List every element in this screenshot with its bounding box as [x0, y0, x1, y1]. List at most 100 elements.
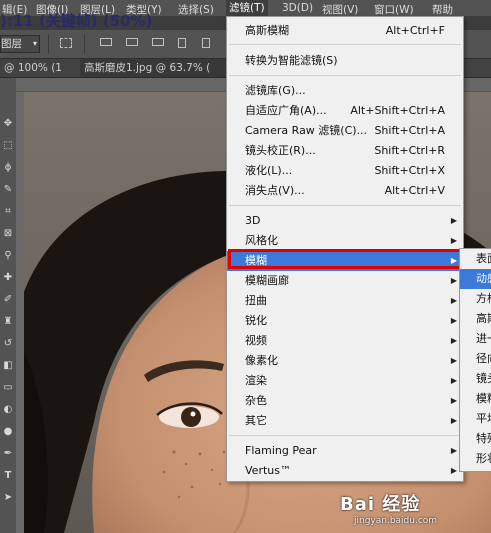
auto-select-label: 图层: [1, 38, 22, 50]
submenu-arrow-icon: ▶: [450, 296, 457, 305]
menu-3d[interactable]: 3D(D): [282, 2, 313, 14]
frame-tool-icon[interactable]: ⊠: [2, 228, 14, 240]
menu-item-flaming-pear[interactable]: Flaming Pear ▶: [227, 441, 463, 461]
menu-item-sharpen[interactable]: 锐化 ▶: [227, 311, 463, 331]
menu-item-other[interactable]: 其它 ▶: [227, 411, 463, 431]
menu-divider: [229, 75, 461, 76]
move-tool-icon[interactable]: ✥: [2, 118, 14, 130]
menu-divider: [229, 205, 461, 206]
menu-item-blur-gallery[interactable]: 模糊画廊 ▶: [227, 271, 463, 291]
menu-help[interactable]: 帮助: [432, 2, 453, 17]
menu-item-label: Vertus™: [245, 464, 291, 477]
stamp-tool-icon[interactable]: ♜: [2, 316, 14, 328]
menu-item-label: 像素化: [245, 354, 278, 367]
align-bottom-icon[interactable]: [152, 38, 164, 46]
submenu-item-blur-more[interactable]: 进一: [460, 329, 491, 349]
menu-item-vanishing-point[interactable]: 消失点(V)... Alt+Ctrl+V: [227, 181, 463, 201]
menu-item-lens-correction[interactable]: 镜头校正(R)... Shift+Ctrl+R: [227, 141, 463, 161]
align-vcenter-icon[interactable]: [126, 38, 138, 46]
menu-filter[interactable]: 滤镜(T): [226, 0, 268, 16]
submenu-arrow-icon: ▶: [450, 416, 457, 425]
gradient-tool-icon[interactable]: ▭: [2, 382, 14, 394]
type-tool-icon[interactable]: T: [2, 470, 14, 482]
menu-window[interactable]: 窗口(W): [374, 2, 414, 17]
dodge-tool-icon[interactable]: ●: [2, 426, 14, 438]
transform-controls-icon[interactable]: [60, 38, 72, 48]
submenu-arrow-icon: ▶: [450, 446, 457, 455]
submenu-item-radial-blur[interactable]: 径向: [460, 349, 491, 369]
tab-document-2[interactable]: 高斯磨皮1.jpg @ 63.7% (: [80, 59, 234, 77]
menu-item-shortcut: Shift+Ctrl+R: [374, 144, 445, 157]
menu-item-label: 渲染: [245, 374, 267, 387]
submenu-item-lens-blur[interactable]: 镜头: [460, 369, 491, 389]
submenu-item-box-blur[interactable]: 方框: [460, 289, 491, 309]
menu-view[interactable]: 视图(V): [322, 2, 358, 17]
menu-item-shortcut: Alt+Ctrl+V: [384, 184, 445, 197]
menu-item-distort[interactable]: 扭曲 ▶: [227, 291, 463, 311]
quick-select-tool-icon[interactable]: ✎: [2, 184, 14, 196]
menu-item-stylize[interactable]: 风格化 ▶: [227, 231, 463, 251]
blur-tool-icon[interactable]: ◐: [2, 404, 14, 416]
menu-item-video[interactable]: 视频 ▶: [227, 331, 463, 351]
menu-item-camera-raw[interactable]: Camera Raw 滤镜(C)... Shift+Ctrl+A: [227, 121, 463, 141]
menu-select[interactable]: 选择(S): [178, 2, 214, 17]
menu-item-liquify[interactable]: 液化(L)... Shift+Ctrl+X: [227, 161, 463, 181]
menu-item-shortcut: Shift+Ctrl+X: [374, 164, 445, 177]
submenu-item-shape-blur[interactable]: 形状: [460, 449, 491, 469]
menu-item-label: 杂色: [245, 394, 267, 407]
menu-item-noise[interactable]: 杂色 ▶: [227, 391, 463, 411]
marquee-tool-icon[interactable]: ⬚: [2, 140, 14, 152]
divider: [84, 34, 85, 54]
menu-item-render[interactable]: 渲染 ▶: [227, 371, 463, 391]
pen-tool-icon[interactable]: ✒: [2, 448, 14, 460]
path-select-tool-icon[interactable]: ➤: [2, 492, 14, 504]
auto-select-dropdown[interactable]: 图层 ▾: [0, 35, 40, 53]
menu-item-label: 视频: [245, 334, 267, 347]
menu-item-convert-smart[interactable]: 转换为智能滤镜(S): [227, 51, 463, 71]
align-hcenter-icon[interactable]: [202, 38, 210, 48]
lasso-tool-icon[interactable]: ϕ: [2, 162, 14, 174]
healing-brush-tool-icon[interactable]: ✚: [2, 272, 14, 284]
submenu-item-smart-blur[interactable]: 特殊: [460, 429, 491, 449]
menu-item-label: 扭曲: [245, 294, 267, 307]
menu-item-filter-gallery[interactable]: 滤镜库(G)...: [227, 81, 463, 101]
align-top-icon[interactable]: [100, 38, 112, 46]
menu-item-shortcut: Alt+Shift+Ctrl+A: [350, 104, 445, 117]
submenu-arrow-icon: ▶: [450, 336, 457, 345]
submenu-item-average[interactable]: 平均: [460, 409, 491, 429]
menu-item-label: 风格化: [245, 234, 278, 247]
tab-label: @ 100% (1: [4, 62, 62, 74]
menu-item-vertus[interactable]: Vertus™ ▶: [227, 461, 463, 481]
menu-item-label: 模糊画廊: [245, 274, 289, 287]
submenu-item-motion-blur[interactable]: 动感: [460, 269, 491, 289]
menu-item-label: 锐化: [245, 314, 267, 327]
menu-divider: [229, 435, 461, 436]
menu-item-last-filter[interactable]: 高斯模糊 Alt+Ctrl+F: [227, 21, 463, 41]
menu-item-adaptive-wide-angle[interactable]: 自适应广角(A)... Alt+Shift+Ctrl+A: [227, 101, 463, 121]
menu-item-label: 3D: [245, 214, 261, 227]
submenu-arrow-icon: ▶: [450, 396, 457, 405]
history-brush-icon[interactable]: ↺: [2, 338, 14, 350]
menu-item-label: 其它: [245, 414, 267, 427]
submenu-item-surface-blur[interactable]: 表面: [460, 249, 491, 269]
menu-item-label: 转换为智能滤镜(S): [245, 54, 338, 67]
menu-item-label: 滤镜库(G)...: [245, 84, 306, 97]
submenu-arrow-icon: ▶: [450, 376, 457, 385]
window-title: ):11 (关键帧) (50%): [0, 12, 153, 30]
submenu-arrow-icon: ▶: [450, 316, 457, 325]
submenu-arrow-icon: ▶: [450, 236, 457, 245]
align-left-icon[interactable]: [178, 38, 186, 48]
eraser-tool-icon[interactable]: ◧: [2, 360, 14, 372]
crop-tool-icon[interactable]: ⌗: [2, 206, 14, 218]
toolbox: ✥ ⬚ ϕ ✎ ⌗ ⊠ ⚲ ✚ ✐ ♜ ↺ ◧ ▭ ◐ ● ✒ T ➤: [0, 78, 17, 533]
menu-item-pixelate[interactable]: 像素化 ▶: [227, 351, 463, 371]
baidu-watermark: Bai 经验 jingyan.baidu.com: [340, 490, 488, 530]
menu-item-label: 镜头校正(R)...: [245, 144, 316, 157]
menu-item-label: 自适应广角(A)...: [245, 104, 327, 117]
submenu-item-gaussian-blur[interactable]: 高斯: [460, 309, 491, 329]
eyedropper-tool-icon[interactable]: ⚲: [2, 250, 14, 262]
brush-tool-icon[interactable]: ✐: [2, 294, 14, 306]
submenu-item-blur[interactable]: 模糊: [460, 389, 491, 409]
menu-item-3d[interactable]: 3D ▶: [227, 211, 463, 231]
tab-document-1[interactable]: @ 100% (1: [0, 59, 82, 77]
